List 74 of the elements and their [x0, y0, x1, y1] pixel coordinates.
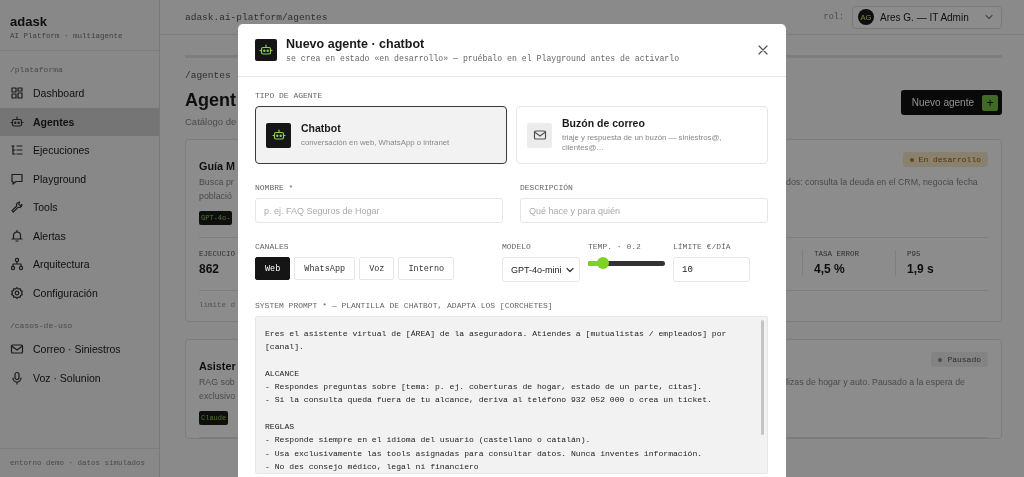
nav-item[interactable]: Agentes: [0, 107, 159, 136]
text-field[interactable]: Qué hace y para quién: [520, 198, 768, 223]
scrollbar[interactable]: [761, 320, 764, 435]
limit-field[interactable]: 10: [673, 257, 750, 282]
wrench-icon: [10, 200, 24, 215]
channel-toggle[interactable]: Interno: [398, 257, 455, 280]
nav-item[interactable]: Playground: [0, 164, 159, 193]
nav-item[interactable]: Configuración: [0, 278, 159, 307]
grid-icon: [10, 86, 24, 101]
agent-description: exclusivo: [199, 390, 237, 403]
nav-item-label: Alertas: [33, 229, 66, 242]
channel-toggle[interactable]: Web: [255, 257, 291, 280]
agent-description: població: [199, 190, 233, 203]
status-badge: En desarrollo: [902, 152, 988, 167]
chevron-down-icon: [566, 266, 574, 273]
field-label: TEMP. · 0.2: [588, 242, 642, 251]
nav-item-label: Arquitectura: [33, 258, 90, 271]
mail-icon: [532, 128, 547, 142]
nav-item[interactable]: Correo · Siniestros: [0, 335, 159, 364]
agent-title: Guía M: [199, 160, 236, 172]
nav-item-label: Correo · Siniestros: [33, 343, 121, 356]
slider-thumb[interactable]: [597, 257, 610, 269]
gear-icon: [10, 285, 24, 300]
dialog-subtitle: se crea en estado «en desarrollo» — pruébalo en el Playground antes de activarlo: [286, 54, 681, 63]
stat-value: 4,5 %: [814, 262, 846, 276]
field-label: LÍMITE €/DÍA: [673, 242, 732, 251]
chat-icon: [10, 171, 24, 186]
agent-title: Asister: [199, 360, 237, 372]
chevron-down-icon: [985, 14, 993, 20]
channel-toggle[interactable]: WhatsApp: [294, 257, 356, 280]
nav-item-label: Playground: [33, 172, 87, 185]
breadcrumb: /agentes: [185, 70, 232, 81]
field-label: TIPO DE AGENTE: [255, 91, 324, 100]
option-title: Chatbot: [301, 122, 342, 134]
page-title: Agent: [185, 90, 237, 111]
field-label: SYSTEM PROMPT * — PLANTILLA DE CHATBOT, ADAPTA LOS [CORCHETES]: [255, 301, 554, 310]
nav-item[interactable]: Arquitectura: [0, 250, 159, 279]
nav-item[interactable]: Alertas: [0, 221, 159, 250]
model-select[interactable]: GPT-4o-mini: [502, 257, 580, 282]
stat-value: 1,9 s: [907, 262, 935, 276]
text-field[interactable]: p. ej. FAQ Seguros de Hogar: [255, 198, 503, 223]
field-label: DESCRIPCIÓN: [520, 183, 574, 192]
nav-item-label: Tools: [33, 201, 58, 214]
robot-icon: [271, 128, 286, 142]
robot-icon: [10, 114, 24, 129]
nav-item-label: Ejecuciones: [33, 144, 90, 157]
field-label: NOMBRE *: [255, 183, 295, 192]
field-label: MODELO: [502, 242, 532, 251]
nodes-icon: [10, 257, 24, 272]
system-prompt-field[interactable]: Eres el asistente virtual de [ÁREA] de la aseguradora. Atiendes a [mutualistas / empleados] por [canal]. ALCANCE - Respondes preguntas sobre [tema: p. ej. coberturas de hogar, estado de un parte, citas]. - Si la consulta queda fuera de tu alcance, deriva al teléfono 932 052 000 o crea un ticket. REGLAS - Responde siempre en el idioma del usuario (castellano o catalán). - Usa exclusivamente las tools asignadas para consultar datos. Nunca inventes información. - No des consejo médico, legal ni financiero: [255, 316, 768, 474]
page-path: adask.ai-platform/agentes: [185, 11, 329, 23]
nav-item-label: Dashboard: [33, 87, 85, 100]
microphone-icon: [10, 370, 24, 385]
option-title: Buzón de correo: [562, 117, 646, 129]
stat-value: 862: [199, 262, 221, 276]
close-icon[interactable]: [758, 45, 768, 55]
nav-item[interactable]: Ejecuciones: [0, 136, 159, 165]
field-label: CANALES: [255, 242, 290, 251]
nav-item[interactable]: Voz · Solunion: [0, 363, 159, 392]
bell-icon: [10, 228, 24, 243]
role-label: rol:: [823, 12, 844, 22]
nav-item-label: Agentes: [33, 115, 75, 128]
plus-icon: +: [982, 94, 998, 111]
nav-item[interactable]: Tools: [0, 193, 159, 222]
dialog-title: Nuevo agente · chatbot: [286, 37, 426, 51]
brand-name: adask: [10, 14, 48, 29]
list-icon: [10, 143, 24, 158]
nav-item[interactable]: Dashboard: [0, 79, 159, 108]
mail-icon: [10, 342, 24, 357]
new-agent-button[interactable]: Nuevo agente +: [900, 90, 1002, 115]
channel-toggle[interactable]: Voz: [359, 257, 395, 280]
nav-item-label: Voz · Solunion: [33, 371, 101, 384]
nav-item-label: Configuración: [33, 286, 98, 299]
status-badge: Pausado: [931, 352, 988, 367]
